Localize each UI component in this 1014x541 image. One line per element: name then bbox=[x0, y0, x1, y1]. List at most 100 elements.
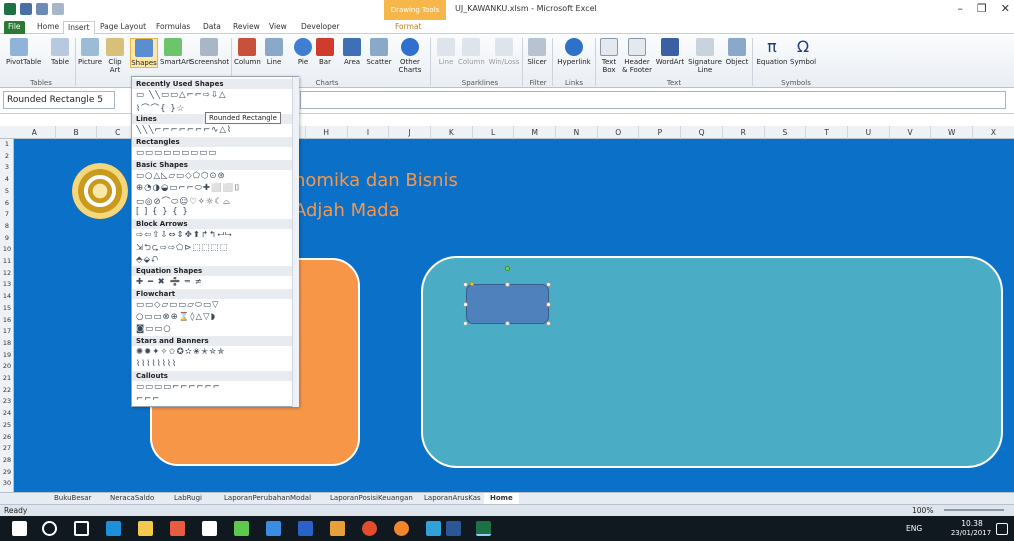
windows-start-icon[interactable] bbox=[12, 521, 27, 536]
tab-formulas[interactable]: Formulas bbox=[152, 21, 194, 34]
callouts-row-2[interactable]: ⌐⌐⌐ bbox=[136, 394, 292, 404]
column-header[interactable]: M bbox=[514, 126, 557, 139]
resize-handle[interactable] bbox=[463, 321, 468, 326]
close-icon[interactable]: ✕ bbox=[1001, 2, 1010, 15]
redo-icon[interactable] bbox=[52, 3, 64, 15]
row-header[interactable]: 4 bbox=[0, 174, 14, 186]
object-button[interactable]: Object bbox=[724, 38, 750, 66]
tab-page-layout[interactable]: Page Layout bbox=[96, 21, 150, 34]
zoom-slider[interactable] bbox=[944, 509, 1004, 511]
column-header[interactable]: B bbox=[56, 126, 98, 139]
app-icon-4[interactable] bbox=[298, 521, 313, 536]
sheet-tab[interactable]: LaporanPerubahanModal bbox=[218, 493, 317, 504]
flowchart-row-3[interactable]: ◙▭▭○ bbox=[136, 324, 292, 334]
text-box-button[interactable]: Text Box bbox=[598, 38, 620, 74]
row-header[interactable]: 9 bbox=[0, 233, 14, 245]
header-footer-button[interactable]: Header & Footer bbox=[622, 38, 652, 74]
tab-view[interactable]: View bbox=[265, 21, 291, 34]
app-icon-6[interactable] bbox=[426, 521, 441, 536]
column-header[interactable]: A bbox=[14, 126, 56, 139]
row-header[interactable]: 15 bbox=[0, 303, 14, 315]
row-header[interactable]: 13 bbox=[0, 279, 14, 291]
firefox-icon[interactable] bbox=[394, 521, 409, 536]
row-header[interactable]: 11 bbox=[0, 256, 14, 268]
tab-file[interactable]: File bbox=[4, 21, 25, 34]
sheet-tab[interactable]: Home bbox=[484, 493, 519, 504]
row-header[interactable]: 7 bbox=[0, 209, 14, 221]
basic-shapes-row-3[interactable]: ▭◎⊘⌒⬭☺♡✧☼☾⌓ bbox=[136, 195, 292, 207]
resize-handle[interactable] bbox=[546, 282, 551, 287]
hyperlink-button[interactable]: Hyperlink bbox=[556, 38, 592, 66]
word-icon[interactable] bbox=[446, 521, 461, 536]
column-header[interactable]: I bbox=[348, 126, 390, 139]
row-header[interactable]: 10 bbox=[0, 244, 14, 256]
line-chart-button[interactable]: Line bbox=[264, 38, 284, 66]
column-header[interactable]: R bbox=[723, 126, 765, 139]
bar-chart-button[interactable]: Bar bbox=[316, 38, 334, 66]
rectangles-row[interactable]: ▭▭▭▭▭▭▭▭▭ bbox=[136, 148, 292, 158]
column-header[interactable]: U bbox=[848, 126, 890, 139]
sheet-tab[interactable]: LaporanPosisiKeuangan bbox=[324, 493, 419, 504]
wordart-button[interactable]: WordArt bbox=[655, 38, 685, 66]
column-header[interactable]: P bbox=[640, 126, 682, 139]
resize-handle[interactable] bbox=[463, 282, 468, 287]
symbol-button[interactable]: Ω Symbol bbox=[790, 38, 816, 67]
tab-home[interactable]: Home bbox=[33, 21, 63, 34]
app-icon-5[interactable] bbox=[330, 521, 345, 536]
basic-shapes-row-2[interactable]: ⊕◔◑◒▭⌐⌐⬭✚⬜⬜⌷ bbox=[136, 183, 292, 193]
row-header[interactable]: 30 bbox=[0, 478, 14, 490]
sheet-tab[interactable]: NeracaSaldo bbox=[104, 493, 160, 504]
row-header[interactable]: 23 bbox=[0, 396, 14, 408]
gallery-scrollbar[interactable] bbox=[292, 77, 299, 407]
sheet-title-line1[interactable]: nomika dan Bisnis bbox=[294, 170, 458, 191]
row-header[interactable]: 3 bbox=[0, 162, 14, 174]
equation-button[interactable]: π Equation bbox=[756, 38, 788, 67]
save-icon[interactable] bbox=[20, 3, 32, 15]
column-header[interactable]: H bbox=[306, 126, 348, 139]
column-header[interactable]: K bbox=[431, 126, 473, 139]
row-header[interactable]: 5 bbox=[0, 186, 14, 198]
flowchart-row-2[interactable]: ○▭▭⊗⊕⌛◊△▽◗ bbox=[136, 312, 292, 322]
row-header[interactable]: 25 bbox=[0, 420, 14, 432]
signature-line-button[interactable]: Signature Line bbox=[688, 38, 722, 74]
row-header[interactable]: 6 bbox=[0, 198, 14, 210]
column-chart-button[interactable]: Column bbox=[234, 38, 261, 66]
column-header[interactable]: L bbox=[473, 126, 515, 139]
minimize-icon[interactable]: – bbox=[957, 2, 963, 15]
clip-art-button[interactable]: Clip Art bbox=[104, 38, 126, 74]
tab-review[interactable]: Review bbox=[229, 21, 264, 34]
row-header[interactable]: 28 bbox=[0, 455, 14, 467]
row-header[interactable]: 8 bbox=[0, 221, 14, 233]
stars-row-1[interactable]: ✺✹✦✧✩✪✫✬✭✮✯ bbox=[136, 347, 292, 357]
row-header[interactable]: 27 bbox=[0, 443, 14, 455]
column-header[interactable]: W bbox=[931, 126, 974, 139]
equation-shapes-row[interactable]: ✚ ━ ✖ ➗ ═ ≠ bbox=[136, 277, 292, 287]
zoom-level[interactable]: 100% bbox=[912, 506, 933, 515]
sheet-tab[interactable]: BukuBesar bbox=[48, 493, 97, 504]
column-header[interactable]: O bbox=[598, 126, 640, 139]
column-header[interactable]: X bbox=[973, 126, 1014, 139]
block-arrows-row-1[interactable]: ⇨⇦⇧⇩⇔⇕✥⬆↱↰⮠⮡ bbox=[136, 230, 292, 240]
clock-date[interactable]: 23/01/2017 bbox=[948, 529, 994, 537]
screenshot-button[interactable]: Screenshot bbox=[190, 38, 229, 66]
undo-icon[interactable] bbox=[36, 3, 48, 15]
column-header[interactable]: T bbox=[806, 126, 848, 139]
app-icon-3[interactable] bbox=[266, 521, 281, 536]
resize-handle[interactable] bbox=[546, 302, 551, 307]
app-icon-2[interactable] bbox=[234, 521, 249, 536]
tab-data[interactable]: Data bbox=[199, 21, 225, 34]
other-charts-button[interactable]: Other Charts bbox=[397, 38, 423, 74]
restore-icon[interactable]: ❐ bbox=[977, 2, 987, 15]
row-header[interactable]: 29 bbox=[0, 467, 14, 479]
resize-handle[interactable] bbox=[505, 321, 510, 326]
slicer-button[interactable]: Slicer bbox=[526, 38, 548, 66]
shapes-button[interactable]: Shapes bbox=[130, 38, 158, 68]
language-indicator[interactable]: ENG bbox=[906, 524, 922, 533]
notification-icon[interactable] bbox=[996, 523, 1008, 535]
rotate-handle[interactable] bbox=[505, 266, 510, 271]
flowchart-row-1[interactable]: ▭▭◇▱▭▭▱⬭▭▽ bbox=[136, 300, 292, 310]
clock-time[interactable]: 10.38 bbox=[954, 519, 990, 528]
task-view-icon[interactable] bbox=[74, 521, 89, 536]
row-header[interactable]: 24 bbox=[0, 408, 14, 420]
basic-shapes-row-4[interactable]: [ ] { } { } bbox=[136, 207, 292, 217]
